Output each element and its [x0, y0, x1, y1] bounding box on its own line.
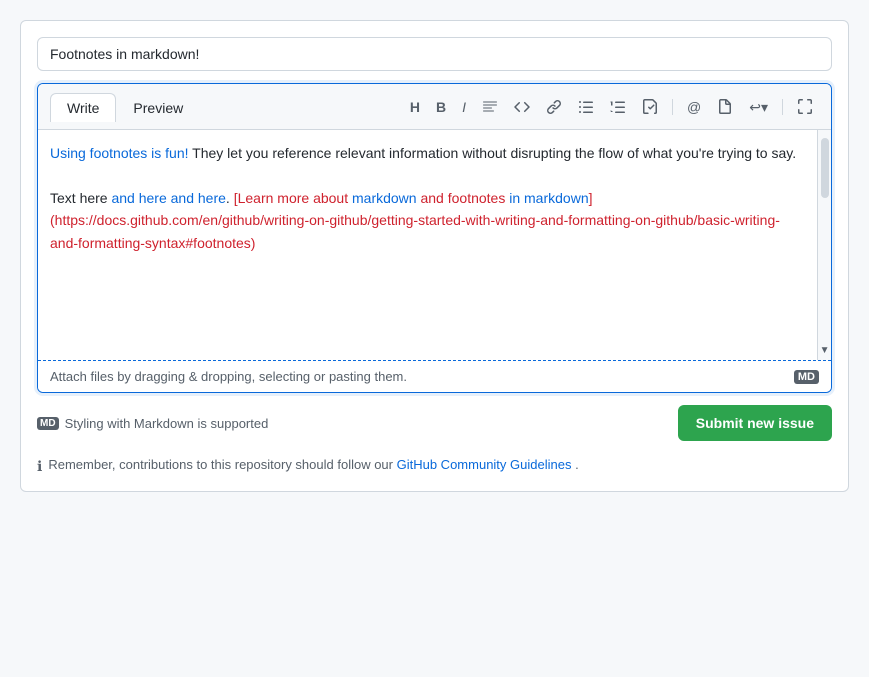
tab-write[interactable]: Write [50, 93, 116, 122]
undo-button[interactable]: ↩︎▾ [743, 96, 774, 118]
toolbar-divider [672, 99, 673, 115]
editor-body: Using footnotes is fun! They let you ref… [38, 130, 831, 360]
community-note: ℹ Remember, contributions to this reposi… [37, 457, 832, 475]
heading-button[interactable]: H [404, 96, 426, 118]
editor-scrollbar[interactable]: ▼ [817, 130, 831, 360]
fullscreen-button[interactable] [791, 95, 819, 119]
editor-content-bracket: ] [589, 190, 593, 206]
file-attach-label: Attach files by dragging & dropping, sel… [50, 369, 407, 384]
task-list-button[interactable] [636, 95, 664, 119]
tab-preview[interactable]: Preview [116, 93, 200, 122]
scrollbar-arrow-down: ▼ [820, 345, 830, 356]
editor-tabs: Write Preview [50, 92, 200, 121]
link-button[interactable] [540, 95, 568, 119]
quote-button[interactable] [476, 95, 504, 119]
markdown-badge-small: MD [794, 370, 819, 384]
unordered-list-button[interactable] [572, 95, 600, 119]
editor-content-url: (https://docs.github.com/en/github/writi… [50, 212, 780, 250]
editor-content-line1b: They let you reference relevant informat… [189, 145, 797, 161]
editor-container: Write Preview H B I [37, 83, 832, 393]
editor-content-in-markdown: in markdown [509, 190, 588, 206]
info-icon: ℹ [37, 458, 42, 475]
editor-text-area[interactable]: Using footnotes is fun! They let you ref… [38, 130, 817, 360]
editor-content-line1a: Using footnotes is fun! [50, 145, 189, 161]
ordered-list-button[interactable] [604, 95, 632, 119]
toolbar-divider-2 [782, 99, 783, 115]
editor-content-and-footnotes: and footnotes [417, 190, 510, 206]
footer-styling-text: Styling with Markdown is supported [65, 416, 269, 431]
toolbar-icons: H B I [404, 95, 819, 119]
editor-content-markdown: markdown [352, 190, 417, 206]
editor-content-here1: and here and here [111, 190, 225, 206]
editor-footer: MD Styling with Markdown is supported Su… [37, 405, 832, 441]
issue-form: Write Preview H B I [20, 20, 849, 492]
scrollbar-thumb [821, 138, 829, 198]
italic-button[interactable]: I [456, 96, 472, 118]
footer-left: MD Styling with Markdown is supported [37, 416, 268, 431]
editor-content-line4a: Text here [50, 190, 111, 206]
footer-md-badge: MD [37, 417, 59, 430]
mention-button[interactable]: @ [681, 96, 707, 118]
community-note-before: Remember, contributions to this reposito… [48, 457, 396, 472]
issue-title-input[interactable] [37, 37, 832, 71]
code-button[interactable] [508, 95, 536, 119]
editor-content-line4b: . [226, 190, 234, 206]
reference-button[interactable] [711, 95, 739, 119]
file-attach-area[interactable]: Attach files by dragging & dropping, sel… [38, 360, 831, 392]
editor-content-learn: [Learn more about [234, 190, 352, 206]
editor-tab-toolbar: Write Preview H B I [38, 84, 831, 130]
community-note-after: . [575, 457, 579, 472]
bold-button[interactable]: B [430, 96, 452, 118]
community-guidelines-link[interactable]: GitHub Community Guidelines [397, 457, 572, 472]
submit-new-issue-button[interactable]: Submit new issue [678, 405, 832, 441]
community-note-text: Remember, contributions to this reposito… [48, 457, 578, 472]
